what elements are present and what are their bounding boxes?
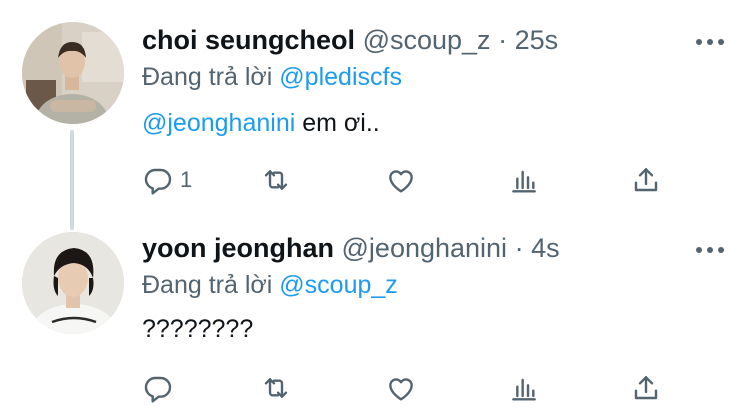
retweet-button[interactable]	[260, 368, 292, 408]
views-button[interactable]	[508, 160, 540, 200]
like-icon	[389, 378, 413, 401]
separator-dot: ·	[514, 233, 524, 263]
retweet-icon	[264, 378, 288, 398]
display-name[interactable]: yoon jeonghan	[142, 233, 334, 263]
views-button[interactable]	[508, 368, 540, 408]
replying-to-label: Đang trả lời	[142, 271, 273, 299]
tweet-actions	[142, 368, 702, 408]
tweet-text: ????????	[142, 312, 253, 346]
body-text: em ơi..	[295, 109, 380, 137]
retweet-icon	[264, 170, 288, 190]
more-icon[interactable]	[696, 36, 724, 48]
tweet-header: choi seungcheol @scoup_z · 25s	[142, 22, 750, 58]
avatar[interactable]	[22, 22, 124, 124]
replying-to: Đang trả lời @scoup_z	[142, 268, 398, 302]
username-handle[interactable]: @jeonghanini	[342, 233, 508, 263]
views-icon	[512, 378, 536, 401]
replying-to: Đang trả lời @pledis​cfs	[142, 60, 402, 94]
tweet-header: yoon jeonghan @jeonghanini · 4s	[142, 230, 750, 266]
reply-button[interactable]: 1	[142, 160, 192, 200]
reply-icon	[144, 168, 172, 195]
like-icon	[389, 170, 413, 193]
retweet-button[interactable]	[260, 160, 292, 200]
share-icon	[634, 168, 658, 192]
avatar[interactable]	[22, 232, 124, 334]
views-icon	[512, 170, 536, 193]
timestamp[interactable]: 4s	[531, 233, 560, 263]
like-button[interactable]	[385, 160, 417, 200]
replying-to-label: Đang trả lời	[142, 63, 273, 91]
replying-to-mention[interactable]: @pledis​cfs	[279, 63, 402, 91]
tweet[interactable]: yoon jeonghan @jeonghanini · 4s Đang trả…	[0, 212, 750, 420]
body-text: ????????	[142, 315, 254, 343]
display-name[interactable]: choi seungcheol	[142, 25, 355, 55]
username-handle[interactable]: @scoup_z	[363, 25, 491, 55]
reply-button[interactable]	[142, 368, 180, 408]
tweet[interactable]: choi seungcheol @scoup_z · 25s Đang trả …	[0, 0, 750, 212]
tweet-text: @jeonghanini em ơi..	[142, 106, 380, 140]
separator-dot: ·	[498, 25, 508, 55]
more-icon[interactable]	[696, 244, 724, 256]
share-button[interactable]	[630, 368, 662, 408]
replying-to-mention[interactable]: @scoup_z	[279, 271, 398, 299]
reply-count: 1	[180, 167, 193, 192]
timestamp[interactable]: 25s	[515, 25, 559, 55]
like-button[interactable]	[385, 368, 417, 408]
reply-icon	[144, 376, 172, 403]
body-mention[interactable]: @jeonghanini	[142, 109, 295, 137]
share-button[interactable]	[630, 160, 662, 200]
tweet-actions: 1	[142, 160, 702, 200]
share-icon	[634, 376, 658, 400]
